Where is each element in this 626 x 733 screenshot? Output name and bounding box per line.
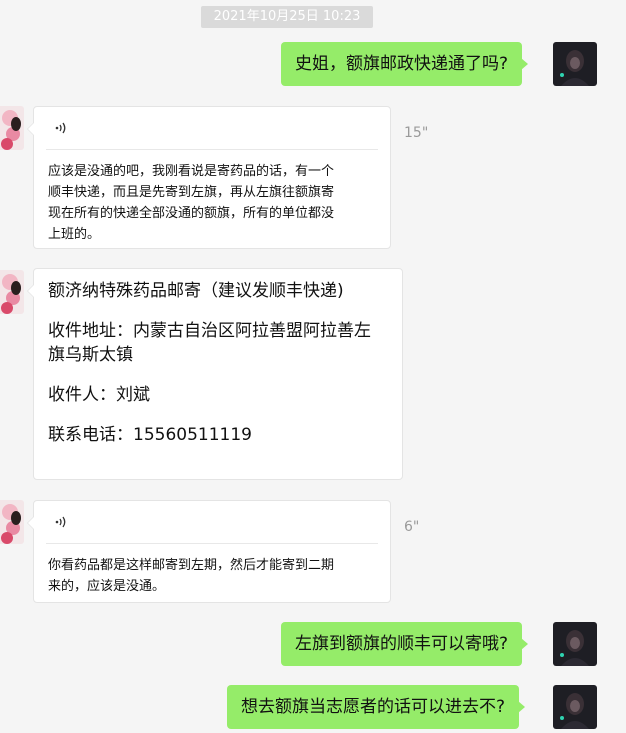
dark-portrait-avatar-icon — [553, 685, 597, 729]
card-line: 额济纳特殊药品邮寄（建议发顺丰快递) — [48, 281, 344, 301]
card-line: 收件地址：内蒙古自治区阿拉善盟阿拉善左 — [48, 321, 371, 341]
transcript-line: 现在所有的快递全部没通的额旗，所有的单位都没 — [48, 206, 335, 221]
voice-message-bubble[interactable]: 你看药品都是这样邮寄到左期，然后才能寄到二期 来的，应该是没通。 — [27, 500, 391, 603]
message-text: 想去额旗当志愿者的话可以进去不? — [241, 697, 506, 717]
message-text: 史姐，额旗邮政快递通了吗? — [295, 54, 509, 74]
self-message-bubble[interactable]: 想去额旗当志愿者的话可以进去不? — [227, 685, 526, 729]
voice-duration: 15" — [404, 125, 429, 141]
voice-divider — [46, 543, 378, 544]
self-avatar[interactable] — [553, 622, 597, 666]
chat-window: 2021年10月25日 10:23 史姐，额旗邮政快递通了吗? 应该是没通的吧，… — [0, 0, 626, 733]
message-text: 左旗到额旗的顺丰可以寄哦? — [295, 634, 509, 654]
text-message-bubble[interactable]: 额济纳特殊药品邮寄（建议发顺丰快递) 收件地址：内蒙古自治区阿拉善盟阿拉善左 旗… — [27, 268, 403, 480]
pink-floral-avatar-icon — [0, 270, 24, 314]
transcript-line: 你看药品都是这样邮寄到左期，然后才能寄到二期 — [48, 558, 335, 573]
dark-portrait-avatar-icon — [553, 622, 597, 666]
dark-portrait-avatar-icon — [553, 42, 597, 86]
card-line: 收件人：刘斌 — [48, 385, 150, 405]
other-avatar[interactable] — [0, 106, 24, 150]
transcript-line: 来的，应该是没通。 — [48, 579, 166, 594]
self-avatar[interactable] — [553, 42, 597, 86]
pink-floral-avatar-icon — [0, 106, 24, 150]
transcript-line: 应该是没通的吧，我刚看说是寄药品的话，有一个 — [48, 164, 335, 179]
self-message-bubble[interactable]: 史姐，额旗邮政快递通了吗? — [281, 42, 529, 86]
other-avatar[interactable] — [0, 270, 24, 314]
voice-transcript: 应该是没通的吧，我刚看说是寄药品的话，有一个 顺丰快递，而且是先寄到左旗，再从左… — [48, 161, 380, 245]
card-line: 联系电话：15560511119 — [48, 425, 252, 445]
transcript-line: 顺丰快递，而且是先寄到左旗，再从左旗往额旗寄 — [48, 185, 335, 200]
voice-message-bubble[interactable]: 应该是没通的吧，我刚看说是寄药品的话，有一个 顺丰快递，而且是先寄到左旗，再从左… — [27, 106, 391, 249]
self-avatar[interactable] — [553, 685, 597, 729]
other-avatar[interactable] — [0, 500, 24, 544]
pink-floral-avatar-icon — [0, 500, 24, 544]
timestamp: 2021年10月25日 10:23 — [201, 6, 373, 28]
voice-divider — [46, 149, 378, 150]
message-text: 额济纳特殊药品邮寄（建议发顺丰快递) 收件地址：内蒙古自治区阿拉善盟阿拉善左 旗… — [48, 279, 394, 447]
voice-transcript: 你看药品都是这样邮寄到左期，然后才能寄到二期 来的，应该是没通。 — [48, 555, 380, 597]
transcript-line: 上班的。 — [48, 227, 101, 242]
voice-wave-icon[interactable] — [54, 515, 68, 529]
voice-wave-icon[interactable] — [54, 121, 68, 135]
voice-duration: 6" — [404, 519, 420, 535]
self-message-bubble[interactable]: 左旗到额旗的顺丰可以寄哦? — [281, 622, 529, 666]
card-line: 旗乌斯太镇 — [48, 345, 133, 365]
